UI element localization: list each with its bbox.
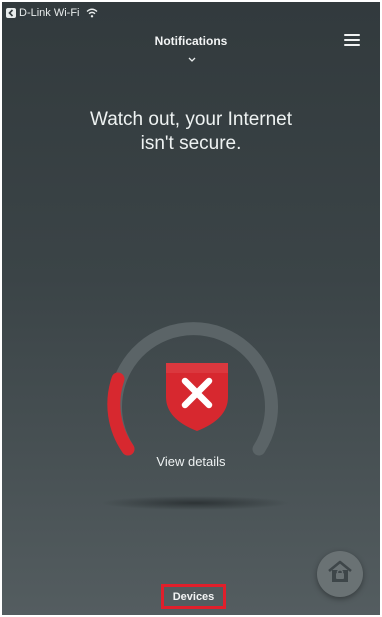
headline-line-2: isn't secure. [140, 133, 242, 154]
devices-tab[interactable]: Devices [161, 584, 226, 609]
wifi-icon [86, 8, 98, 18]
hamburger-menu-icon[interactable] [344, 34, 360, 46]
status-bar: D-Link Wi-Fi [6, 6, 98, 20]
home-lock-button[interactable] [317, 551, 363, 597]
notifications-title[interactable]: Notifications [155, 34, 228, 48]
top-header: Notifications [2, 32, 380, 50]
view-details-link[interactable]: View details [2, 454, 380, 469]
gauge-red-segment [107, 372, 135, 456]
chevron-down-icon[interactable] [188, 49, 196, 67]
app-screen: D-Link Wi-Fi Notifications Watch out, yo… [2, 2, 380, 615]
carrier-label: D-Link Wi-Fi [19, 7, 80, 19]
security-warning-headline: Watch out, your Internet isn't secure. [2, 108, 380, 156]
home-lock-icon [327, 560, 353, 589]
devices-tab-label: Devices [172, 590, 215, 603]
back-arrow-icon[interactable] [6, 8, 16, 18]
headline-line-1: Watch out, your Internet [89, 109, 293, 130]
shield-x-icon[interactable] [162, 359, 232, 438]
